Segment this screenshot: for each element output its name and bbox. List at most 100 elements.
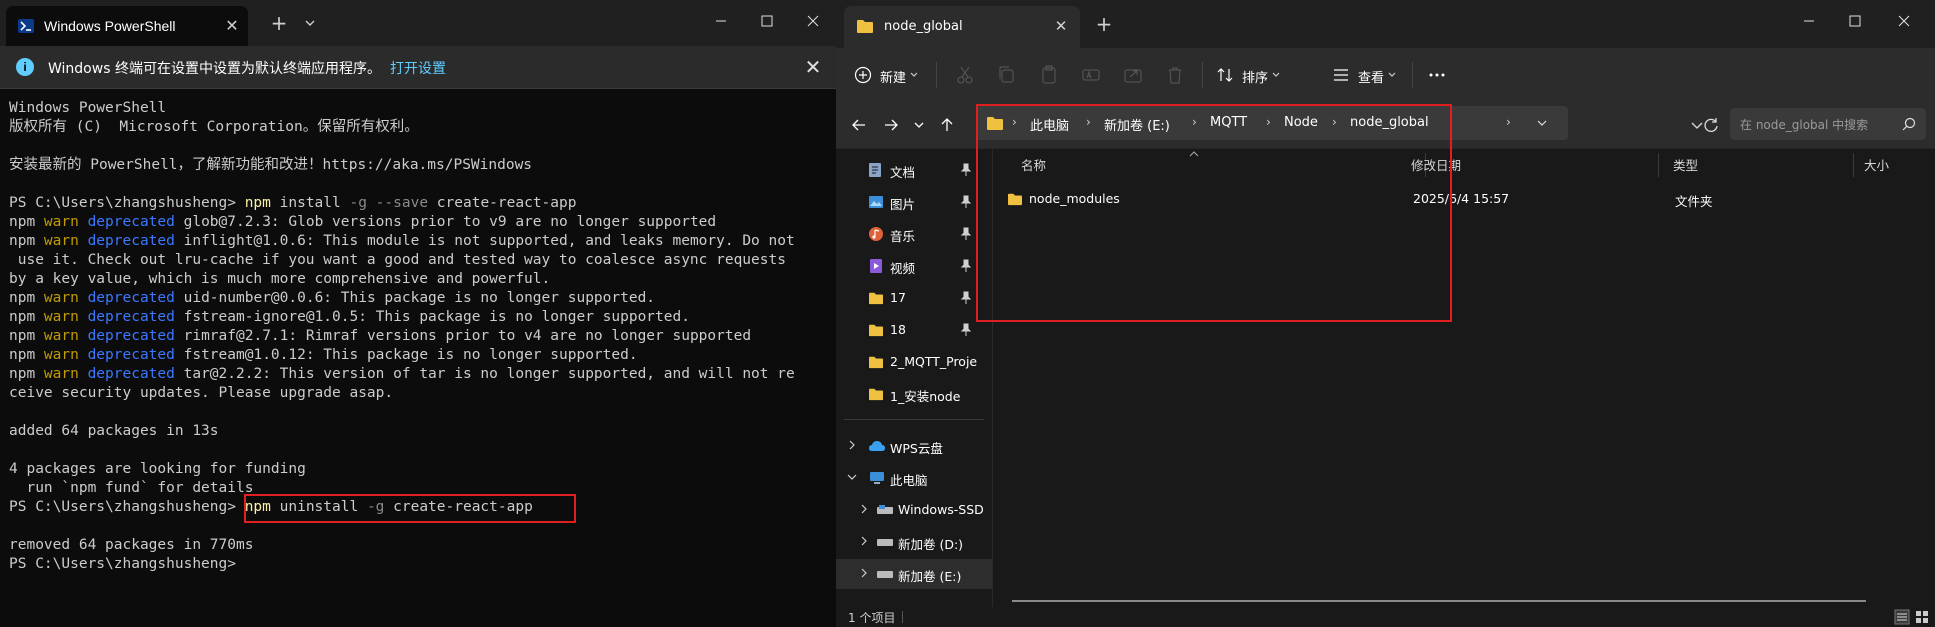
chevron-down-icon <box>1272 72 1280 77</box>
status-bar: 1 个项目 <box>836 607 1935 627</box>
close-window-button[interactable] <box>1881 6 1927 36</box>
details-view-icon[interactable] <box>1894 609 1910 625</box>
rename-icon[interactable] <box>1078 62 1104 88</box>
column-header-size[interactable]: 大小 <box>1864 155 1889 174</box>
open-settings-link[interactable]: 打开设置 <box>390 58 446 78</box>
new-label: 新建 <box>880 71 907 86</box>
sort-button[interactable]: 排序 <box>1216 60 1282 90</box>
terminal-line: npm warn deprecated inflight@1.0.6: This… <box>9 232 835 251</box>
terminal-text: -g --save <box>349 195 429 211</box>
tab-powershell[interactable]: Windows PowerShell ✕ <box>6 6 248 46</box>
terminal-line: removed 64 packages in 770ms <box>9 536 835 555</box>
terminal-text: removed 64 packages in 770ms <box>9 537 254 553</box>
drive-icon <box>877 539 893 546</box>
nav-item-windows-ssd[interactable]: Windows-SSD <box>836 495 992 525</box>
music-icon <box>869 227 883 241</box>
nav-item-music[interactable]: 音乐 <box>836 219 992 249</box>
column-divider[interactable] <box>1853 153 1854 177</box>
close-tab-icon[interactable]: ✕ <box>1050 15 1072 37</box>
chevron-right-icon[interactable] <box>858 503 870 515</box>
maximize-button[interactable] <box>744 6 790 36</box>
horizontal-scrollbar[interactable] <box>1012 600 1866 602</box>
minimize-button[interactable] <box>1786 6 1832 36</box>
chevron-right-icon[interactable] <box>858 535 870 547</box>
nav-item-documents[interactable]: 文档 <box>836 155 992 185</box>
nav-item-mqtt-project[interactable]: 2_MQTT_Proje <box>836 347 992 377</box>
chevron-down-icon[interactable] <box>1536 119 1548 127</box>
nav-item-folder-17[interactable]: 17 <box>836 283 992 313</box>
terminal-text: deprecated <box>87 233 175 249</box>
new-button[interactable]: 新建 <box>854 60 920 90</box>
terminal-text: Windows PowerShell <box>9 100 167 116</box>
paste-icon[interactable] <box>1036 62 1062 88</box>
tab-node-global[interactable]: node_global ✕ <box>844 6 1080 48</box>
nav-item-videos[interactable]: 视频 <box>836 251 992 281</box>
nav-item-drive-e[interactable]: 新加卷 (E:) <box>836 559 992 589</box>
terminal-text: uid-number@0.0.6: This package is no lon… <box>174 290 656 306</box>
folder-icon <box>869 356 883 369</box>
terminal-text: 版权所有 (C) Microsoft Corporation。保留所有权利。 <box>9 119 419 135</box>
refresh-icon[interactable] <box>1698 112 1724 138</box>
close-icon[interactable]: ✕ <box>800 54 826 80</box>
nav-item-wps-cloud[interactable]: WPS云盘 <box>836 431 992 461</box>
nav-item-pictures[interactable]: 图片 <box>836 187 992 217</box>
terminal-line: ceive security updates. Please upgrade a… <box>9 384 835 403</box>
nav-label: 18 <box>890 322 906 337</box>
terminal-text: deprecated <box>87 290 175 306</box>
command-bar: 新建 排序 查看 <box>836 48 1935 102</box>
powershell-window: Windows PowerShell ✕ + i Windows 终端可在设置中… <box>0 0 836 627</box>
chevron-down-icon[interactable] <box>846 471 858 483</box>
search-icon[interactable] <box>1902 117 1916 131</box>
toolbar-divider <box>1412 62 1413 88</box>
forward-arrow-icon[interactable] <box>878 112 904 138</box>
folder-icon <box>869 388 883 401</box>
more-options-icon[interactable] <box>1424 62 1450 88</box>
search-input[interactable]: 在 node_global 中搜索 <box>1730 108 1926 140</box>
nav-item-folder-18[interactable]: 18 <box>836 315 992 345</box>
back-arrow-icon[interactable] <box>846 112 872 138</box>
terminal-line: 安装最新的 PowerShell，了解新功能和改进！https://aka.ms… <box>9 156 835 175</box>
column-divider[interactable] <box>1658 153 1659 177</box>
up-arrow-icon[interactable] <box>934 112 960 138</box>
nav-item-install-node[interactable]: 1_安装node <box>836 379 992 409</box>
close-window-button[interactable] <box>790 6 836 36</box>
terminal-line: npm warn deprecated fstream@1.0.12: This… <box>9 346 835 365</box>
column-header-type[interactable]: 类型 <box>1673 155 1698 174</box>
new-tab-button[interactable]: + <box>266 10 292 36</box>
nav-label: 1_安装node <box>890 389 961 404</box>
nav-item-this-pc[interactable]: 此电脑 <box>836 463 992 493</box>
maximize-button[interactable] <box>1832 6 1878 36</box>
tiles-view-icon[interactable] <box>1914 609 1930 625</box>
view-button[interactable]: 查看 <box>1332 60 1398 90</box>
recent-locations-icon[interactable] <box>906 112 932 138</box>
minimize-button[interactable] <box>698 6 744 36</box>
cut-icon[interactable] <box>952 62 978 88</box>
nav-label: 图片 <box>890 197 916 212</box>
share-icon[interactable] <box>1120 62 1146 88</box>
new-tab-button[interactable]: + <box>1092 12 1116 36</box>
nav-item-drive-d[interactable]: 新加卷 (D:) <box>836 527 992 557</box>
terminal-text: PS C:\Users\zhangshusheng> <box>9 195 245 211</box>
terminal-text: 4 packages are looking for funding <box>9 461 306 477</box>
delete-icon[interactable] <box>1162 62 1188 88</box>
pin-icon <box>960 227 972 240</box>
terminal-text: warn <box>43 290 79 306</box>
nav-label: 此电脑 <box>890 473 928 488</box>
folder-icon <box>857 20 873 33</box>
copy-icon[interactable] <box>994 62 1020 88</box>
terminal-line: Windows PowerShell <box>9 99 835 118</box>
terminal-text: deprecated <box>87 214 175 230</box>
sort-icon <box>1217 68 1233 82</box>
terminal-text: use it. Check out lru-cache if you want … <box>9 252 786 268</box>
video-icon <box>870 259 882 273</box>
close-tab-icon[interactable]: ✕ <box>220 14 244 38</box>
chevron-right-icon[interactable] <box>846 439 858 451</box>
chevron-right-icon[interactable] <box>858 567 870 579</box>
tab-bar: node_global ✕ + <box>836 0 1935 48</box>
chevron-down-icon[interactable] <box>300 10 320 36</box>
